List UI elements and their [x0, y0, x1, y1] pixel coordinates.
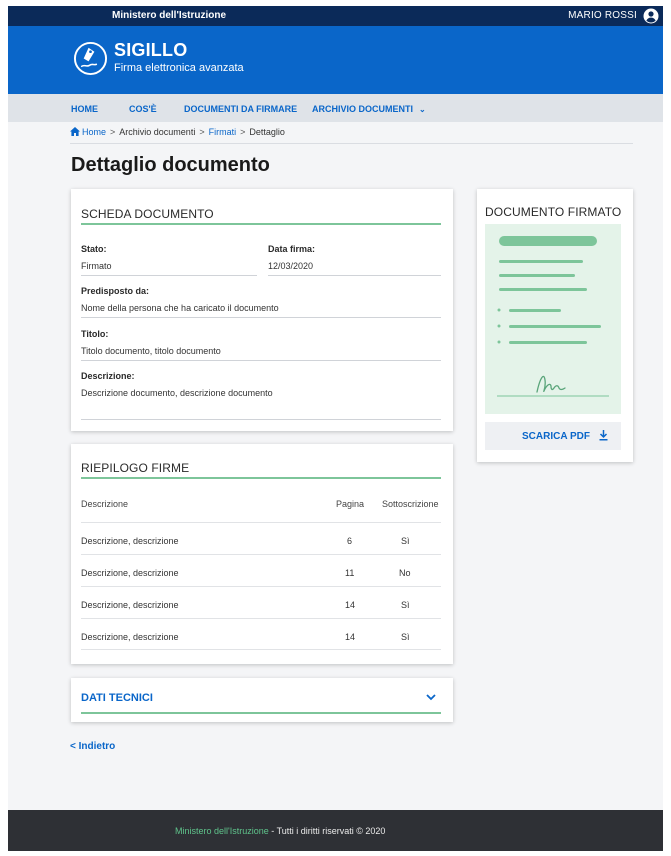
descrizione-label: Descrizione:: [81, 371, 135, 381]
footer-copyright: - Tutti i diritti riservati © 2020: [268, 826, 386, 836]
brand-header: SIGILLO Firma elettronica avanzata: [8, 26, 663, 94]
column-header-descrizione: Descrizione: [81, 499, 129, 509]
breadcrumb-divider: [70, 143, 633, 144]
chevron-down-icon: ⌄: [419, 105, 426, 114]
descrizione-value: Descrizione documento, descrizione docum…: [81, 388, 273, 398]
cell-sottoscrizione: Sì: [401, 536, 410, 546]
firme-title-underline: [81, 477, 441, 479]
stato-value: Firmato: [81, 261, 112, 271]
ministry-link[interactable]: Ministero dell'Istruzione: [112, 10, 226, 21]
page-title: Dettaglio documento: [71, 154, 270, 176]
app-window: Ministero dell'Istruzione MARIO ROSSI SI…: [8, 6, 663, 851]
document-preview[interactable]: [485, 224, 621, 414]
pen-seal-icon[interactable]: [73, 41, 108, 76]
riepilogo-firme-card: RIEPILOGO FIRME Descrizione Pagina Sotto…: [71, 444, 453, 664]
data-firma-label: Data firma:: [268, 244, 316, 254]
download-icon: [599, 430, 608, 441]
cell-pagina: 14: [345, 600, 356, 610]
breadcrumb: Home > Archivio documenti > Firmati > Dettagli…: [70, 127, 285, 137]
table-row: Descrizione, descrizione 11 No: [81, 554, 441, 586]
cell-sottoscrizione: No: [399, 568, 411, 578]
breadcrumb-separator: >: [110, 127, 116, 137]
app-name[interactable]: SIGILLO: [114, 40, 187, 61]
data-firma-value: 12/03/2020: [268, 261, 314, 271]
main-nav: HOME COS'È DOCUMENTI DA FIRMARE ARCHIVIO…: [8, 94, 663, 122]
scarica-pdf-button[interactable]: SCARICA PDF: [485, 422, 621, 450]
stato-label: Stato:: [81, 244, 107, 254]
nav-item-cos-e[interactable]: COS'È: [129, 104, 157, 114]
documento-firmato-card: DOCUMENTO FIRMATO SCARICA PDF: [477, 189, 633, 462]
nav-item-archivio-documenti[interactable]: ARCHIVIO DOCUMENTI ⌄: [312, 104, 426, 114]
signed-document-illustration: [497, 236, 609, 397]
dati-tecnici-underline: [81, 712, 441, 714]
titolo-value: Titolo documento, titolo documento: [81, 346, 221, 356]
footer: Ministero dell'Istruzione - Tutti i diri…: [8, 810, 663, 851]
nav-item-archivio-label: ARCHIVIO DOCUMENTI: [312, 104, 413, 114]
breadcrumb-home[interactable]: Home: [82, 127, 106, 137]
cell-descrizione: Descrizione, descrizione: [81, 568, 179, 578]
column-header-sottoscrizione: Sottoscrizione: [382, 499, 439, 509]
breadcrumb-archivio[interactable]: Archivio documenti: [119, 127, 195, 137]
cell-descrizione: Descrizione, descrizione: [81, 632, 179, 642]
cell-pagina: 6: [347, 536, 353, 546]
home-icon[interactable]: [70, 127, 80, 136]
predisposto-label: Predisposto da:: [81, 286, 150, 296]
cell-descrizione: Descrizione, descrizione: [81, 600, 179, 610]
footer-ministry-link[interactable]: Ministero dell'Istruzione: [175, 826, 269, 836]
titolo-label: Titolo:: [81, 329, 109, 339]
nav-item-documenti-da-firmare[interactable]: DOCUMENTI DA FIRMARE: [184, 104, 297, 114]
cell-descrizione: Descrizione, descrizione: [81, 536, 179, 546]
column-header-pagina: Pagina: [336, 499, 365, 509]
user-circle-icon[interactable]: [643, 8, 659, 24]
cell-pagina: 14: [345, 632, 356, 642]
predisposto-value: Nome della persona che ha caricato il do…: [81, 303, 279, 313]
breadcrumb-dettaglio: Dettaglio: [249, 127, 285, 137]
scheda-title: SCHEDA DOCUMENTO: [81, 207, 214, 221]
scheda-title-underline: [81, 223, 441, 225]
titolo-underline: [81, 360, 441, 361]
scarica-pdf-label: SCARICA PDF: [522, 431, 590, 442]
breadcrumb-separator: >: [199, 127, 205, 137]
user-name[interactable]: MARIO ROSSI: [568, 10, 637, 21]
table-row: Descrizione, descrizione 14 Sì: [81, 618, 441, 650]
breadcrumb-separator: >: [240, 127, 246, 137]
chevron-down-icon[interactable]: [426, 694, 436, 701]
data-firma-underline: [268, 275, 441, 276]
dati-tecnici-label[interactable]: DATI TECNICI: [81, 692, 153, 704]
descrizione-underline: [81, 419, 441, 420]
table-row: Descrizione, descrizione 14 Sì: [81, 586, 441, 618]
back-link[interactable]: < Indietro: [70, 741, 115, 752]
cell-sottoscrizione: Sì: [401, 632, 410, 642]
firme-title: RIEPILOGO FIRME: [81, 461, 190, 475]
dati-tecnici-accordion[interactable]: DATI TECNICI: [71, 678, 453, 722]
app-subtitle: Firma elettronica avanzata: [114, 62, 244, 74]
documento-title: DOCUMENTO FIRMATO: [485, 205, 622, 219]
cell-sottoscrizione: Sì: [401, 600, 410, 610]
breadcrumb-firmati[interactable]: Firmati: [209, 127, 237, 137]
top-bar: Ministero dell'Istruzione MARIO ROSSI: [8, 6, 663, 26]
nav-item-home[interactable]: HOME: [71, 104, 98, 114]
cell-pagina: 11: [345, 568, 355, 578]
footer-text: Ministero dell'Istruzione - Tutti i diri…: [175, 826, 385, 836]
table-row: Descrizione, descrizione 6 Sì: [81, 522, 441, 554]
scheda-documento-card: SCHEDA DOCUMENTO Stato: Firmato Data fir…: [71, 189, 453, 431]
predisposto-underline: [81, 317, 441, 318]
stato-underline: [81, 275, 257, 276]
